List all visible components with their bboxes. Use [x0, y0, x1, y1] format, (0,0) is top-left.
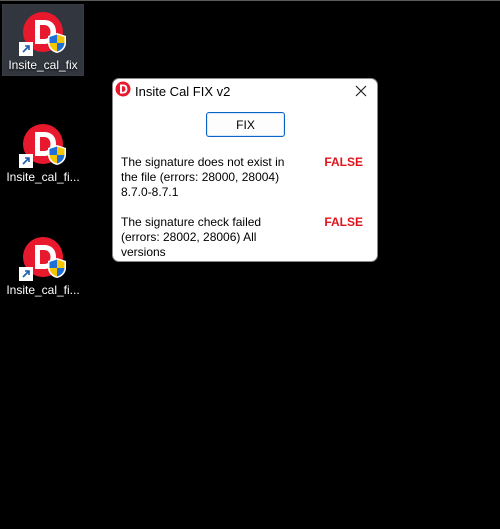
dialog-titlebar[interactable]: Insite Cal FIX v2 [113, 79, 377, 103]
uac-shield-icon [48, 33, 66, 53]
insite-app-icon [19, 233, 67, 281]
insite-app-icon [19, 8, 67, 56]
signature-check-failed-status: FALSE [324, 215, 363, 229]
close-button[interactable] [351, 82, 371, 100]
dialog-title: Insite Cal FIX v2 [135, 84, 231, 99]
desktop-icon-insite-cal-fix[interactable]: Insite_cal_fix [2, 4, 84, 76]
signature-exists-check-text: The signature does not exist in the file… [121, 155, 285, 199]
insite-app-icon [19, 120, 67, 168]
shortcut-arrow-icon [19, 42, 33, 56]
uac-shield-icon [48, 258, 66, 278]
desktop-icon-label: Insite_cal_fix [8, 58, 78, 72]
insite-app-icon [115, 81, 131, 97]
shortcut-arrow-icon [19, 267, 33, 281]
shortcut-arrow-icon [19, 154, 33, 168]
insite-cal-fix-dialog: Insite Cal FIX v2 FIX The signature does… [112, 78, 378, 262]
desktop-icon-label: Insite_cal_fi... [6, 283, 80, 297]
fix-button[interactable]: FIX [206, 112, 285, 137]
signature-check-failed-text: The signature check failed (errors: 2800… [121, 215, 262, 259]
close-icon [355, 85, 367, 97]
desktop-icon-insite-cal-fix-2[interactable]: Insite_cal_fi... [3, 117, 83, 189]
desktop-icon-label: Insite_cal_fi... [6, 170, 80, 184]
uac-shield-icon [48, 145, 66, 165]
signature-exists-status: FALSE [324, 155, 363, 169]
desktop-icon-insite-cal-fix-3[interactable]: Insite_cal_fi... [3, 230, 83, 302]
top-edge-line [0, 0, 500, 1]
